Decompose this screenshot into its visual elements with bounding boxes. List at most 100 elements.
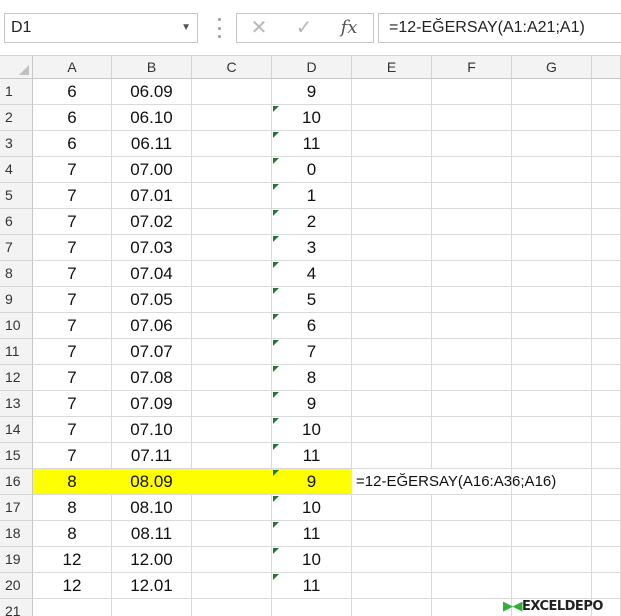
cell-e[interactable] — [352, 261, 432, 287]
cell-d[interactable]: 10 — [272, 417, 352, 443]
cell-c[interactable] — [192, 521, 272, 547]
cell-b[interactable]: 08.09 — [112, 469, 192, 495]
cell-c[interactable] — [192, 261, 272, 287]
row-header[interactable]: 15 — [0, 443, 33, 469]
cell-g[interactable] — [512, 79, 592, 105]
cell-g[interactable] — [512, 287, 592, 313]
cell-f[interactable] — [432, 365, 512, 391]
row-header[interactable]: 17 — [0, 495, 33, 521]
cell-b[interactable]: 06.09 — [112, 79, 192, 105]
cell-d[interactable]: 3 — [272, 235, 352, 261]
cell-d[interactable]: 11 — [272, 521, 352, 547]
cell-b[interactable]: 12.01 — [112, 573, 192, 599]
cell-a[interactable]: 7 — [33, 261, 112, 287]
cell-c[interactable] — [192, 209, 272, 235]
cell-e[interactable] — [352, 313, 432, 339]
cell-b[interactable] — [112, 599, 192, 616]
cell-g[interactable] — [512, 131, 592, 157]
row-header[interactable]: 13 — [0, 391, 33, 417]
cell-g[interactable] — [512, 417, 592, 443]
cell-e[interactable] — [352, 105, 432, 131]
cell-c[interactable] — [192, 287, 272, 313]
cell-a[interactable]: 6 — [33, 79, 112, 105]
row-header[interactable]: 3 — [0, 131, 33, 157]
column-header-c[interactable]: C — [192, 55, 272, 79]
cell-g[interactable] — [512, 391, 592, 417]
cell-b[interactable]: 08.10 — [112, 495, 192, 521]
cell-e[interactable] — [352, 417, 432, 443]
cell-b[interactable]: 08.11 — [112, 521, 192, 547]
cell-e[interactable] — [352, 547, 432, 573]
cell-c[interactable] — [192, 365, 272, 391]
cell-a[interactable]: 7 — [33, 391, 112, 417]
cell-c[interactable] — [192, 313, 272, 339]
cell-g[interactable] — [512, 261, 592, 287]
enter-icon[interactable]: ✓ — [292, 17, 316, 39]
cell-d[interactable]: 1 — [272, 183, 352, 209]
column-header-a[interactable]: A — [33, 55, 112, 79]
cell-e[interactable] — [352, 573, 432, 599]
cell-d[interactable]: 8 — [272, 365, 352, 391]
cell-h[interactable] — [592, 313, 621, 339]
row-header[interactable]: 16 — [0, 469, 33, 495]
cell-f[interactable] — [432, 443, 512, 469]
cell-g[interactable] — [512, 573, 592, 599]
cell-h[interactable] — [592, 209, 621, 235]
error-indicator-icon[interactable] — [273, 184, 279, 190]
cell-f[interactable] — [432, 547, 512, 573]
cell-b[interactable]: 07.01 — [112, 183, 192, 209]
cell-b[interactable]: 06.11 — [112, 131, 192, 157]
cell-b[interactable]: 07.04 — [112, 261, 192, 287]
cell-d[interactable]: 10 — [272, 547, 352, 573]
cell-c[interactable] — [192, 131, 272, 157]
cell-c[interactable] — [192, 79, 272, 105]
cell-c[interactable] — [192, 157, 272, 183]
cell-g[interactable] — [512, 235, 592, 261]
cell-d[interactable]: 11 — [272, 131, 352, 157]
cell-b[interactable]: 12.00 — [112, 547, 192, 573]
cell-f[interactable] — [432, 79, 512, 105]
row-header[interactable]: 21 — [0, 599, 33, 616]
cell-f[interactable] — [432, 261, 512, 287]
row-header[interactable]: 2 — [0, 105, 33, 131]
cell-b[interactable]: 07.07 — [112, 339, 192, 365]
cell-b[interactable]: 07.00 — [112, 157, 192, 183]
cell-h[interactable] — [592, 443, 621, 469]
cell-a[interactable] — [33, 599, 112, 616]
cell-c[interactable] — [192, 105, 272, 131]
cell-h[interactable] — [592, 131, 621, 157]
cell-a[interactable]: 6 — [33, 131, 112, 157]
cell-d[interactable]: 10 — [272, 495, 352, 521]
cell-h[interactable] — [592, 495, 621, 521]
cell-f[interactable] — [432, 417, 512, 443]
cell-c[interactable] — [192, 547, 272, 573]
cell-c[interactable] — [192, 183, 272, 209]
cell-d[interactable]: 6 — [272, 313, 352, 339]
cell-b[interactable]: 07.11 — [112, 443, 192, 469]
row-header[interactable]: 19 — [0, 547, 33, 573]
cell-f[interactable] — [432, 287, 512, 313]
cell-h[interactable] — [592, 365, 621, 391]
cell-c[interactable] — [192, 417, 272, 443]
cell-g[interactable] — [512, 547, 592, 573]
error-indicator-icon[interactable] — [273, 106, 279, 112]
cell-a[interactable]: 7 — [33, 365, 112, 391]
cell-e[interactable] — [352, 157, 432, 183]
cell-a[interactable]: 8 — [33, 469, 112, 495]
cell-e[interactable] — [352, 235, 432, 261]
cell-e[interactable] — [352, 131, 432, 157]
cell-d[interactable]: 2 — [272, 209, 352, 235]
error-indicator-icon[interactable] — [273, 314, 279, 320]
select-all-button[interactable] — [0, 55, 33, 79]
error-indicator-icon[interactable] — [273, 496, 279, 502]
cell-b[interactable]: 07.10 — [112, 417, 192, 443]
cell-b[interactable]: 07.08 — [112, 365, 192, 391]
error-indicator-icon[interactable] — [273, 444, 279, 450]
cell-f[interactable] — [432, 339, 512, 365]
cell-a[interactable]: 12 — [33, 573, 112, 599]
cell-a[interactable]: 7 — [33, 443, 112, 469]
cell-a[interactable]: 6 — [33, 105, 112, 131]
cell-e[interactable] — [352, 183, 432, 209]
cell-c[interactable] — [192, 443, 272, 469]
cell-e[interactable] — [352, 287, 432, 313]
